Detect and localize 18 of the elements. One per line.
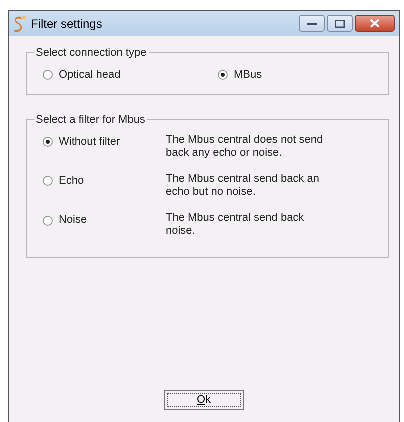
radio-button[interactable]: Without filter <box>39 134 166 150</box>
maximize-button[interactable] <box>327 15 353 32</box>
window-title: Filter settings <box>31 16 102 32</box>
radio-button[interactable]: Noise <box>39 212 166 229</box>
group-title: Select connection type <box>34 45 149 62</box>
ok-button[interactable]: Ok <box>164 390 244 410</box>
option-description: The Mbus central does not send back any echo or noise. <box>166 134 324 160</box>
option-description: The Mbus central send back noise. <box>166 212 306 239</box>
minimize-button[interactable] <box>299 15 325 32</box>
radio-button[interactable]: Echo <box>39 172 166 190</box>
close-icon <box>370 19 380 28</box>
radio-button[interactable]: Optical head <box>39 67 214 84</box>
radio-button[interactable]: MBus <box>214 67 262 84</box>
minimize-icon <box>307 22 317 26</box>
option-description: The Mbus central send back an echo but no noise. <box>166 172 320 200</box>
maximize-icon <box>335 20 345 28</box>
app-icon <box>11 14 27 32</box>
close-button[interactable] <box>355 15 395 32</box>
